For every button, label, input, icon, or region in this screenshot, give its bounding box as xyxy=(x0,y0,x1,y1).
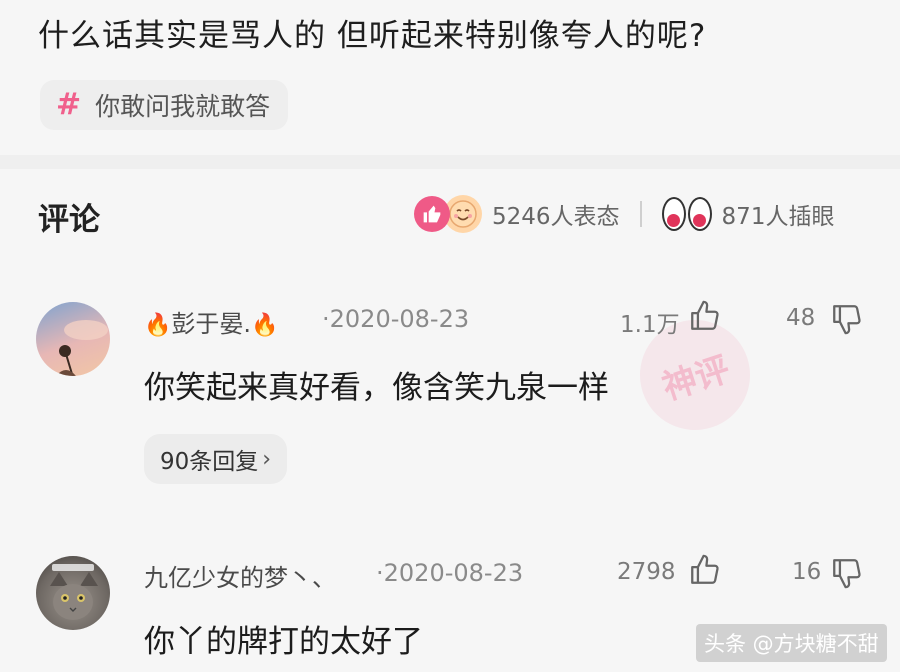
avatar[interactable] xyxy=(36,302,110,376)
topic-label: 你敢问我就敢答 xyxy=(95,92,271,121)
thumbs-up-icon[interactable] xyxy=(688,299,722,337)
reactions-summary[interactable]: 5246人表态 871人插眼 xyxy=(414,192,834,236)
comment-text: 你丫的牌打的太好了 xyxy=(144,624,423,660)
fire-icon: 🔥 xyxy=(144,313,172,338)
thumbs-up-icon[interactable] xyxy=(688,553,722,591)
like-count: 1.1万 xyxy=(620,312,680,338)
thumbs-down-icon[interactable] xyxy=(830,302,864,340)
like-count: 2798 xyxy=(617,559,676,585)
chevron-right-icon: › xyxy=(262,446,272,472)
comment-username[interactable]: 🔥彭于晏.🔥 xyxy=(144,304,278,339)
eyes-count: 871人插眼 xyxy=(721,204,835,230)
dislike-count: 48 xyxy=(786,305,816,331)
like-reaction-icon xyxy=(414,196,450,232)
fire-icon: 🔥 xyxy=(251,313,279,338)
comment-date: ·2020-08-23 xyxy=(376,559,524,587)
comment-text: 你笑起来真好看，像含笑九泉一样 xyxy=(144,370,609,406)
replies-label: 90条回复 xyxy=(160,449,259,475)
hash-icon: # xyxy=(56,87,82,122)
comments-header: 评论 xyxy=(38,202,100,238)
topic-chip[interactable]: # 你敢问我就敢答 xyxy=(40,80,289,130)
dislike-count: 16 xyxy=(792,559,822,585)
section-divider xyxy=(0,155,900,169)
comment-date: ·2020-08-23 xyxy=(322,305,470,333)
avatar[interactable] xyxy=(36,556,110,630)
thumbs-down-icon[interactable] xyxy=(830,556,864,594)
reactions-count: 5246人表态 xyxy=(492,204,620,230)
replies-button[interactable]: 90条回复 › xyxy=(144,434,288,484)
watermark: 头条 @方块糖不甜 xyxy=(696,624,887,662)
divider xyxy=(639,201,642,227)
eyes-icon xyxy=(661,197,712,231)
post-title: 什么话其实是骂人的 但听起来特别像夸人的呢? xyxy=(38,18,707,54)
comment-username[interactable]: 九亿少女的梦丶、 xyxy=(144,558,336,593)
